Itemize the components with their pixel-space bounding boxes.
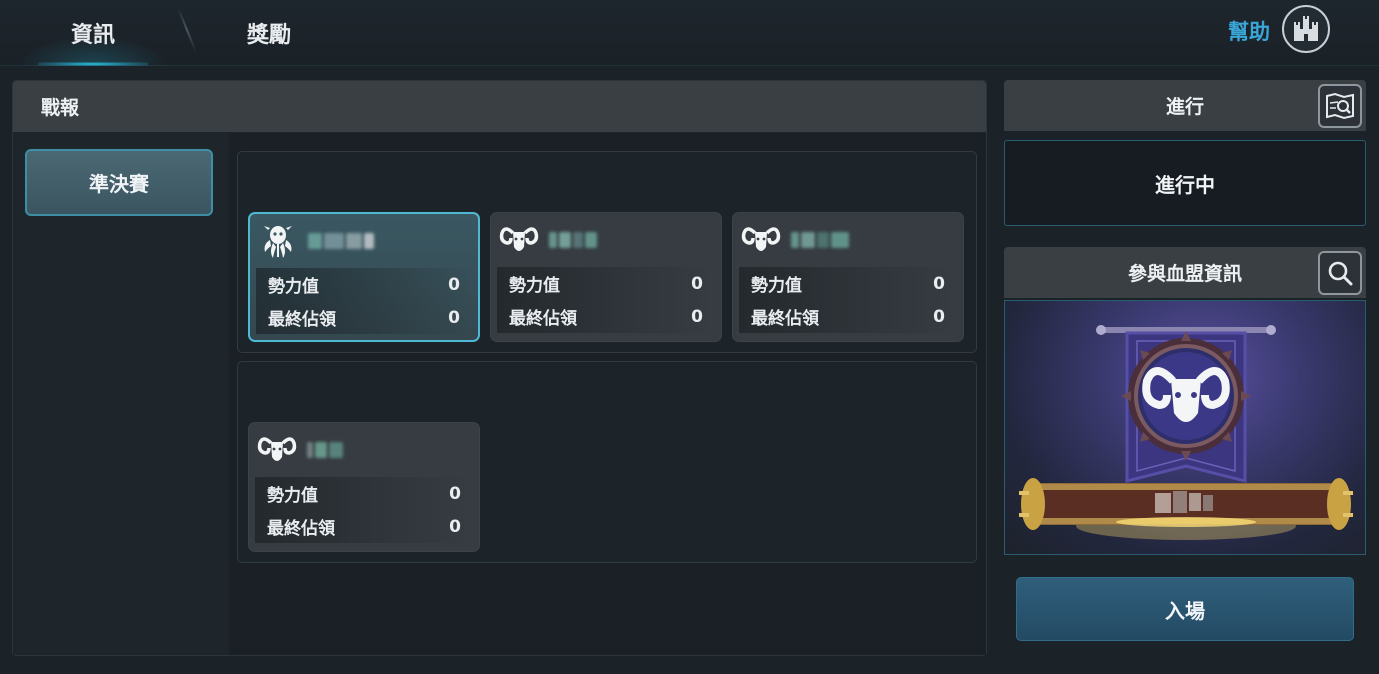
clan-card-head xyxy=(491,213,721,267)
battle-report-title: 戰報 xyxy=(41,97,80,119)
search-icon[interactable] xyxy=(1318,251,1362,295)
tab-info[interactable]: 資訊 xyxy=(18,0,168,66)
clan-name-blurred xyxy=(791,232,849,248)
occupy-value: 0 xyxy=(449,516,461,537)
tab-info-label: 資訊 xyxy=(70,23,115,48)
power-label: 勢力值 xyxy=(267,486,318,506)
power-value: 0 xyxy=(449,483,461,504)
clan-card-head xyxy=(733,213,963,267)
occupy-row: 最終佔領 0 xyxy=(256,301,472,334)
clan-info-header: 參與血盟資訊 xyxy=(1004,247,1366,298)
power-row: 勢力值 0 xyxy=(256,268,472,301)
side-info-panel: 進行 進行中 參與血盟資訊 入場 xyxy=(1004,80,1366,656)
ram-emblem-icon xyxy=(257,430,297,470)
occupy-label: 最終佔領 xyxy=(751,309,819,329)
occupy-value: 0 xyxy=(448,307,460,328)
clan-banner-art xyxy=(1019,325,1353,540)
power-value: 0 xyxy=(933,273,945,294)
power-row: 勢力值 0 xyxy=(497,267,715,300)
progress-status-box: 進行中 xyxy=(1004,140,1366,226)
clan-card[interactable]: 勢力值 0 最終佔領 0 xyxy=(248,422,480,552)
castle-icon[interactable] xyxy=(1282,5,1330,53)
power-label: 勢力值 xyxy=(509,276,560,296)
match-group-2: 勢力值 0 最終佔領 0 xyxy=(237,361,977,563)
help-label[interactable]: 幫助 xyxy=(1228,16,1270,46)
match-groups-area: 勢力值 0 最終佔領 0 勢力值 0 最終佔領 0 勢力值 0 最終佔領 0 勢… xyxy=(229,133,986,655)
clan-name-blurred xyxy=(307,442,343,458)
battle-report-header: 戰報 xyxy=(13,81,986,132)
enter-button-label: 入場 xyxy=(1165,598,1205,623)
map-search-icon[interactable] xyxy=(1318,84,1362,128)
occupy-value: 0 xyxy=(933,306,945,327)
clan-info-title: 參與血盟資訊 xyxy=(1127,263,1242,285)
power-label: 勢力值 xyxy=(751,276,802,296)
occupy-value: 0 xyxy=(691,306,703,327)
match-group-1: 勢力值 0 最終佔領 0 勢力值 0 最終佔領 0 勢力值 0 最終佔領 0 xyxy=(237,151,977,353)
progress-title: 進行 xyxy=(1165,96,1204,118)
top-bar: 資訊 獎勵 幫助 xyxy=(0,0,1379,66)
octopus-emblem-icon xyxy=(258,221,298,261)
battle-report-panel: 戰報 準決賽 勢力值 0 最終佔領 0 勢力值 0 最終佔領 0 勢力值 0 最… xyxy=(12,80,987,656)
power-value: 0 xyxy=(448,274,460,295)
enter-button[interactable]: 入場 xyxy=(1016,577,1354,641)
clan-name-blurred xyxy=(308,233,374,249)
clan-banner xyxy=(1004,300,1366,555)
occupy-row: 最終佔領 0 xyxy=(497,300,715,333)
occupy-label: 最終佔領 xyxy=(267,519,335,539)
round-list: 準決賽 xyxy=(13,133,229,655)
progress-status: 進行中 xyxy=(1155,172,1215,197)
ram-emblem-icon xyxy=(741,220,781,260)
occupy-label: 最終佔領 xyxy=(509,309,577,329)
occupy-label: 最終佔領 xyxy=(268,310,336,330)
round-semifinal-label: 準決賽 xyxy=(89,172,149,196)
tab-rewards[interactable]: 獎勵 xyxy=(194,0,344,66)
occupy-row: 最終佔領 0 xyxy=(255,510,473,543)
tab-rewards-label: 獎勵 xyxy=(246,23,291,48)
power-value: 0 xyxy=(691,273,703,294)
clan-card-head xyxy=(249,423,479,477)
power-row: 勢力值 0 xyxy=(739,267,957,300)
power-row: 勢力值 0 xyxy=(255,477,473,510)
occupy-row: 最終佔領 0 xyxy=(739,300,957,333)
clan-name-blurred xyxy=(549,232,597,248)
clan-card[interactable]: 勢力值 0 最終佔領 0 xyxy=(732,212,964,342)
progress-header: 進行 xyxy=(1004,80,1366,131)
clan-card-head xyxy=(250,214,478,268)
round-semifinal-button[interactable]: 準決賽 xyxy=(25,149,213,216)
ram-emblem-icon xyxy=(499,220,539,260)
clan-card[interactable]: 勢力值 0 最終佔領 0 xyxy=(248,212,480,342)
power-label: 勢力值 xyxy=(268,277,319,297)
clan-card[interactable]: 勢力值 0 最終佔領 0 xyxy=(490,212,722,342)
